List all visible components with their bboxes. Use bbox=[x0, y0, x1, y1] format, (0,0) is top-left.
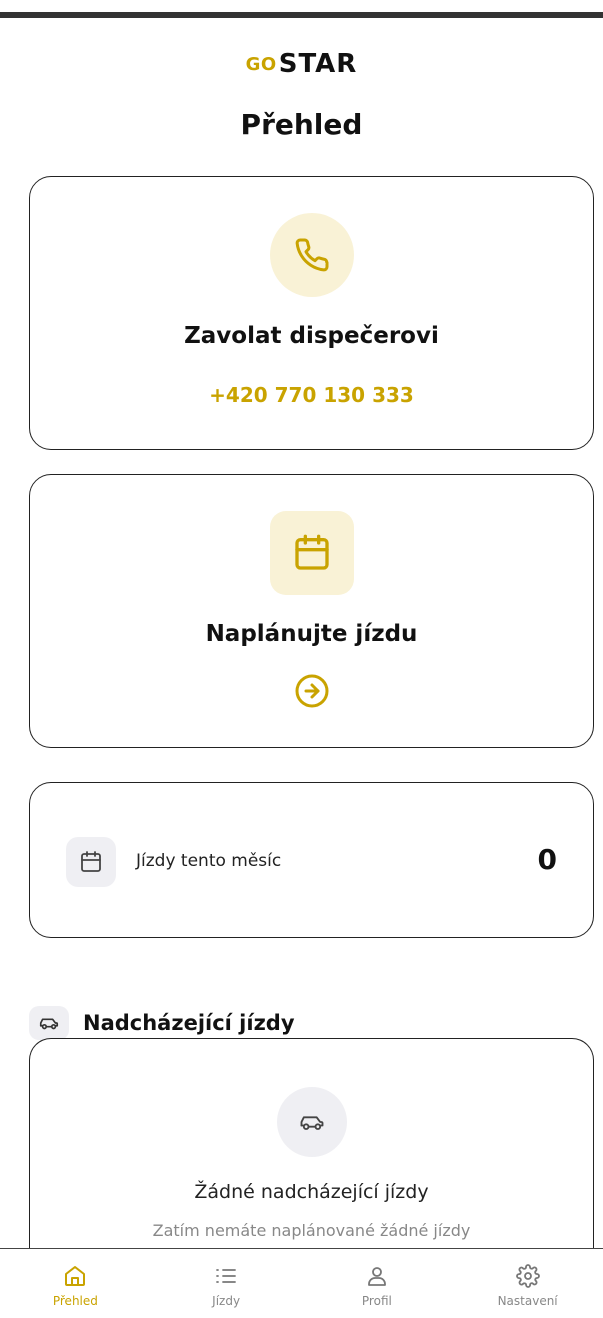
nav-label: Jízdy bbox=[212, 1294, 241, 1308]
page-title: Přehled bbox=[240, 108, 363, 141]
arrow-right-circle-icon[interactable] bbox=[292, 671, 332, 711]
call-dispatcher-card[interactable]: Zavolat dispečerovi +420 770 130 333 bbox=[29, 176, 594, 450]
car-icon bbox=[29, 1006, 69, 1040]
nav-label: Nastavení bbox=[497, 1294, 558, 1308]
bottom-nav: Přehled Jízdy Profil Nastavení bbox=[0, 1248, 603, 1318]
upcoming-rides-title: Nadcházející jízdy bbox=[83, 1011, 295, 1035]
empty-state-subtitle: Zatím nemáte naplánované žádné jízdy bbox=[152, 1221, 471, 1240]
dispatcher-phone-link[interactable]: +420 770 130 333 bbox=[30, 383, 593, 407]
calendar-icon bbox=[66, 837, 116, 887]
monthly-rides-label: Jízdy tento měsíc bbox=[136, 851, 282, 871]
plan-ride-card[interactable]: Naplánujte jízdu bbox=[29, 474, 594, 748]
list-icon bbox=[213, 1263, 239, 1289]
nav-item-jizdy[interactable]: Jízdy bbox=[151, 1249, 302, 1318]
call-card-title: Zavolat dispečerovi bbox=[184, 323, 439, 349]
nav-item-profil[interactable]: Profil bbox=[302, 1249, 453, 1318]
logo-main: STAR bbox=[278, 49, 358, 79]
upcoming-rides-header: Nadcházející jízdy bbox=[29, 1003, 295, 1043]
logo-prefix: GO bbox=[245, 53, 277, 75]
monthly-rides-card: Jízdy tento měsíc 0 bbox=[29, 782, 594, 938]
car-icon bbox=[276, 1087, 347, 1157]
gear-icon bbox=[515, 1263, 541, 1289]
nav-label: Profil bbox=[361, 1294, 392, 1308]
calendar-icon bbox=[269, 511, 354, 595]
nav-label: Přehled bbox=[52, 1294, 98, 1308]
empty-state-title: Žádné nadcházející jízdy bbox=[194, 1181, 429, 1203]
plan-card-title: Naplánujte jízdu bbox=[205, 621, 418, 647]
nav-item-prehled[interactable]: Přehled bbox=[0, 1249, 151, 1318]
upcoming-rides-card: Žádné nadcházející jízdy Zatím nemáte na… bbox=[29, 1038, 594, 1268]
status-bar-line bbox=[0, 12, 603, 18]
user-icon bbox=[364, 1263, 390, 1289]
home-icon bbox=[62, 1263, 88, 1289]
app-logo: GO STAR bbox=[0, 44, 603, 84]
nav-item-nastaveni[interactable]: Nastavení bbox=[452, 1249, 603, 1318]
monthly-rides-value: 0 bbox=[537, 843, 557, 876]
phone-icon bbox=[269, 213, 354, 297]
